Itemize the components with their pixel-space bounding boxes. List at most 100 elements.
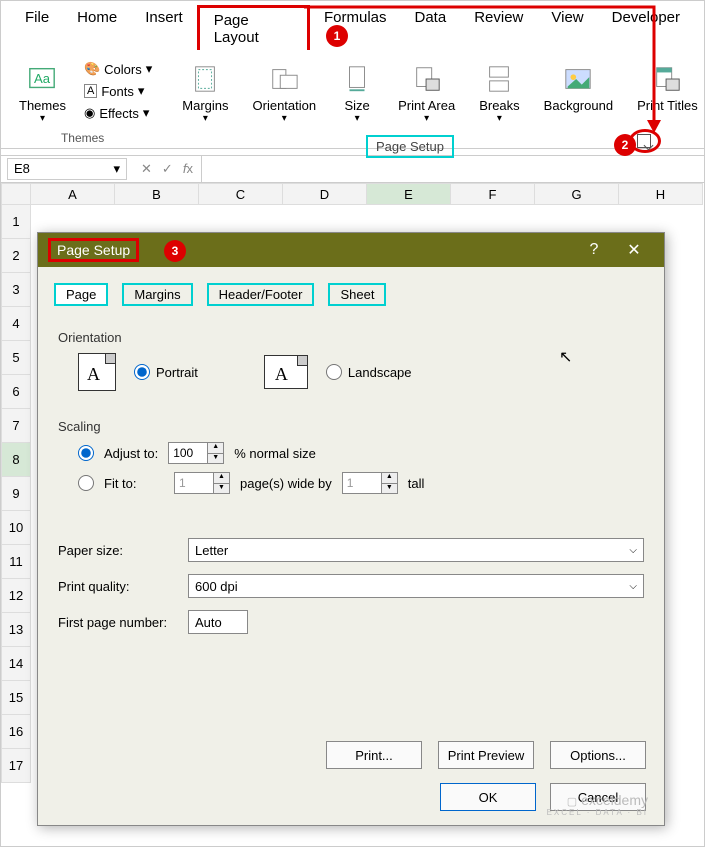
chevron-down-icon: ⌵ (629, 545, 637, 556)
row-header[interactable]: 4 (1, 307, 31, 341)
menu-home[interactable]: Home (63, 5, 131, 50)
fit-to-label: Fit to: (104, 476, 164, 491)
row-header[interactable]: 10 (1, 511, 31, 545)
chevron-down-icon: ▾ (113, 161, 120, 177)
row-header[interactable]: 11 (1, 545, 31, 579)
tab-sheet[interactable]: Sheet (328, 283, 386, 306)
name-box[interactable]: E8▾ (7, 158, 127, 180)
row-header[interactable]: 16 (1, 715, 31, 749)
fit-tall-spinner[interactable]: ▲▼ (342, 472, 398, 494)
ribbon: Aa Themes ▾ 🎨Colors▾ AFonts▾ ◉Effects▾ T… (1, 52, 704, 149)
dialog-close-button[interactable]: ✕ (614, 240, 654, 260)
column-header[interactable]: F (451, 183, 535, 205)
tab-margins[interactable]: Margins (122, 283, 192, 306)
row-header[interactable]: 7 (1, 409, 31, 443)
menu-review[interactable]: Review (460, 5, 537, 50)
column-header[interactable]: D (283, 183, 367, 205)
spin-up-icon[interactable]: ▲ (208, 443, 223, 454)
row-header[interactable]: 17 (1, 749, 31, 783)
menu-insert[interactable]: Insert (131, 5, 197, 50)
menu-file[interactable]: File (11, 5, 63, 50)
fonts-button[interactable]: AFonts▾ (82, 82, 154, 100)
row-header[interactable]: 12 (1, 579, 31, 613)
row-header[interactable]: 8 (1, 443, 31, 477)
row-header[interactable]: 1 (1, 205, 31, 239)
margins-button[interactable]: Margins▾ (174, 60, 236, 126)
print-titles-button[interactable]: Print Titles (629, 60, 705, 126)
orientation-button[interactable]: Orientation▾ (245, 60, 325, 126)
column-header[interactable]: B (115, 183, 199, 205)
print-area-icon (410, 62, 444, 96)
size-icon (340, 62, 374, 96)
paper-size-select[interactable]: Letter⌵ (188, 538, 644, 562)
print-quality-label: Print quality: (58, 579, 188, 594)
background-button[interactable]: Background (536, 60, 621, 126)
formula-bar[interactable] (201, 156, 704, 182)
print-button[interactable]: Print... (326, 741, 422, 769)
tab-page[interactable]: Page (54, 283, 108, 306)
menu-developer[interactable]: Developer (598, 5, 694, 50)
effects-button[interactable]: ◉Effects▾ (82, 104, 154, 122)
dialog-launcher-icon[interactable] (637, 134, 651, 148)
dialog-tabs: Page Margins Header/Footer Sheet (38, 267, 664, 314)
column-header[interactable]: E (367, 183, 451, 205)
spin-down-icon[interactable]: ▼ (208, 454, 223, 464)
orientation-group-label: Orientation (58, 330, 644, 345)
options-button[interactable]: Options... (550, 741, 646, 769)
worksheet-grid: ABCDEFGH 1234567891011121314151617 (1, 183, 704, 205)
print-quality-select[interactable]: 600 dpi⌵ (188, 574, 644, 598)
breaks-button[interactable]: Breaks▾ (471, 60, 527, 126)
adjust-to-radio[interactable] (78, 445, 94, 461)
landscape-radio[interactable] (326, 364, 342, 380)
column-header[interactable]: H (619, 183, 703, 205)
fonts-icon: A (84, 84, 97, 98)
column-header[interactable]: A (31, 183, 115, 205)
row-header[interactable]: 2 (1, 239, 31, 273)
fit-wide-spinner[interactable]: ▲▼ (174, 472, 230, 494)
column-header[interactable]: G (535, 183, 619, 205)
normal-size-label: % normal size (234, 446, 316, 461)
formula-bar-area: E8▾ ✕ ✓ fx (1, 155, 704, 183)
row-header[interactable]: 6 (1, 375, 31, 409)
fit-to-radio[interactable] (78, 475, 94, 491)
row-header[interactable]: 9 (1, 477, 31, 511)
dialog-help-button[interactable]: ? (574, 241, 614, 259)
fx-icon[interactable]: fx (183, 161, 193, 177)
pages-wide-label: page(s) wide by (240, 476, 332, 491)
chevron-down-icon: ▾ (40, 113, 45, 124)
adjust-value-input[interactable] (169, 443, 207, 463)
menu-bar: File Home Insert Page Layout Formulas Da… (1, 1, 704, 52)
column-header[interactable]: C (199, 183, 283, 205)
fit-wide-input[interactable] (175, 473, 213, 493)
row-header[interactable]: 14 (1, 647, 31, 681)
size-button[interactable]: Size▾ (332, 60, 382, 126)
cancel-formula-icon[interactable]: ✕ (141, 161, 152, 177)
print-preview-button[interactable]: Print Preview (438, 741, 534, 769)
menu-formulas[interactable]: Formulas (310, 5, 401, 50)
menu-view[interactable]: View (537, 5, 597, 50)
themes-button[interactable]: Aa Themes ▾ (11, 60, 74, 126)
ok-button[interactable]: OK (440, 783, 536, 811)
tab-header-footer[interactable]: Header/Footer (207, 283, 315, 306)
row-header[interactable]: 15 (1, 681, 31, 715)
themes-group-label: Themes (61, 131, 104, 145)
select-all-corner[interactable] (1, 183, 31, 205)
tall-label: tall (408, 476, 425, 491)
print-area-button[interactable]: Print Area▾ (390, 60, 463, 126)
portrait-radio[interactable] (134, 364, 150, 380)
margins-icon (188, 62, 222, 96)
colors-button[interactable]: 🎨Colors▾ (82, 60, 154, 78)
row-header[interactable]: 5 (1, 341, 31, 375)
adjust-spinner[interactable]: ▲▼ (168, 442, 224, 464)
row-header[interactable]: 13 (1, 613, 31, 647)
themes-label: Themes (19, 98, 66, 113)
menu-data[interactable]: Data (401, 5, 461, 50)
portrait-icon: A (78, 353, 116, 391)
enter-formula-icon[interactable]: ✓ (162, 161, 173, 177)
callout-badge-2: 2 (614, 134, 636, 156)
row-header[interactable]: 3 (1, 273, 31, 307)
fit-tall-input[interactable] (343, 473, 381, 493)
print-titles-icon (650, 62, 684, 96)
first-page-input[interactable] (188, 610, 248, 634)
menu-page-layout[interactable]: Page Layout (197, 5, 310, 50)
